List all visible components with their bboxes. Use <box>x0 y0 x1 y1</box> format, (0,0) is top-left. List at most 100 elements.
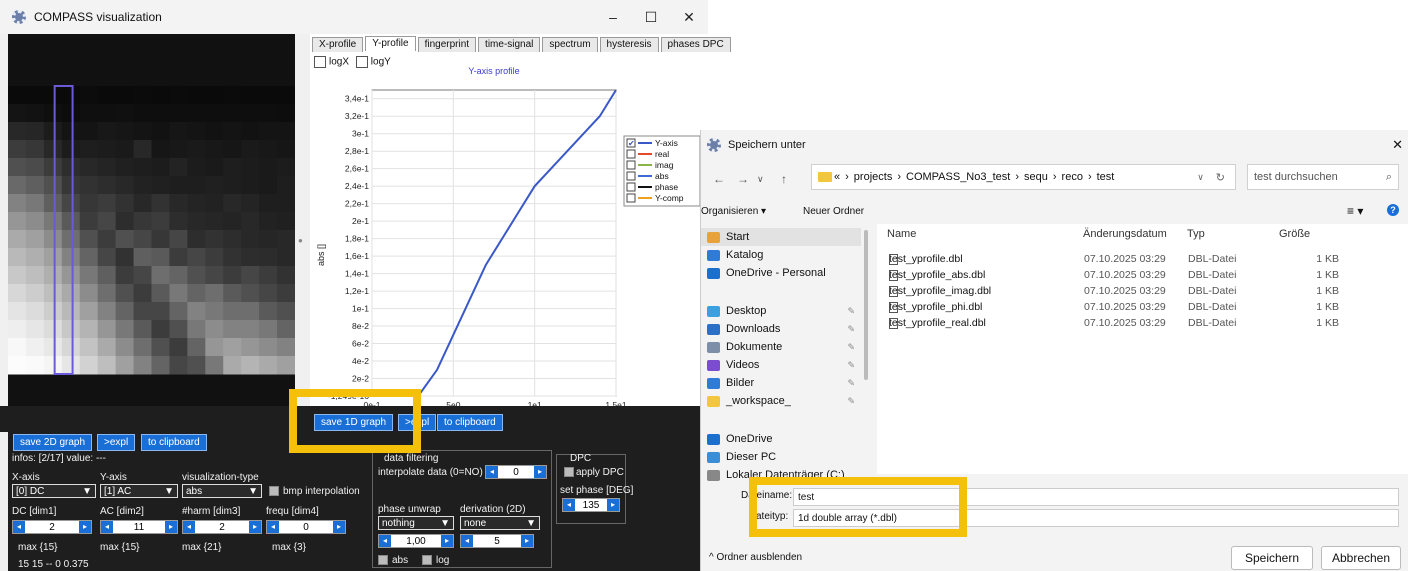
ac-spinner[interactable]: ◂ 11 ▸ <box>100 520 178 534</box>
increment-icon[interactable]: ▸ <box>164 521 177 533</box>
decrement-icon[interactable]: ◂ <box>563 499 575 511</box>
tab-x-profile[interactable]: X-profile <box>312 37 364 52</box>
xaxis-select[interactable]: [0] DC ▼ <box>12 484 96 498</box>
increment-icon[interactable]: ▸ <box>607 499 619 511</box>
forward-icon[interactable]: → <box>737 172 749 186</box>
file-row[interactable]: test_yprofile.dbl 07.10.2025 03:29 DBL-Dat… <box>877 252 1408 268</box>
tab-y-profile[interactable]: Y-profile <box>365 36 416 51</box>
decrement-icon[interactable]: ◂ <box>13 521 25 533</box>
decrement-icon[interactable]: ◂ <box>379 535 391 547</box>
sidebar-item--workspace-[interactable]: _workspace_ ✎ <box>701 392 861 410</box>
breadcrumb-segment[interactable]: « <box>834 171 840 183</box>
hide-folders-button[interactable]: ^ Ordner ausblenden <box>709 552 802 563</box>
back-icon[interactable]: ← <box>713 172 725 186</box>
decrement-icon[interactable]: ◂ <box>461 535 473 547</box>
file-row[interactable]: test_yprofile_abs.dbl 07.10.2025 03:29 DBL… <box>877 268 1408 284</box>
sidebar-item-videos[interactable]: Videos ✎ <box>701 356 861 374</box>
pin-icon[interactable]: ✎ <box>847 396 855 407</box>
increment-icon[interactable]: ▸ <box>441 535 453 547</box>
sidebar-item-dokumente[interactable]: Dokumente ✎ <box>701 338 861 356</box>
decrement-icon[interactable]: ◂ <box>267 521 279 533</box>
chevron-down-icon[interactable]: ∨ <box>1197 172 1204 183</box>
sidebar-item-onedrive[interactable]: OneDrive <box>701 430 861 448</box>
vistype-select[interactable]: abs ▼ <box>182 484 262 498</box>
unwrap-spinner[interactable]: ◂ 1,00 ▸ <box>378 534 454 548</box>
sidebar-item-katalog[interactable]: Katalog <box>701 246 861 264</box>
clipboard-1d-button[interactable]: to clipboard <box>437 414 503 431</box>
minimize-button[interactable]: – <box>594 9 632 25</box>
set-phase-spinner[interactable]: ◂ 135 ▸ <box>562 498 620 512</box>
file-row[interactable]: test_yprofile_real.dbl 07.10.2025 03:29 DB… <box>877 316 1408 332</box>
expl-2d-button[interactable]: >expl <box>97 434 136 451</box>
increment-icon[interactable]: ▸ <box>534 466 546 478</box>
frequ-spinner[interactable]: ◂ 0 ▸ <box>266 520 346 534</box>
cancel-button[interactable]: Abbrechen <box>1321 546 1401 570</box>
column-header-0[interactable]: Name <box>887 228 916 240</box>
sidebar-scrollbar[interactable] <box>864 230 868 380</box>
pin-icon[interactable]: ✎ <box>847 342 855 353</box>
dpc-label: DPC <box>570 453 592 464</box>
sidebar-item-downloads[interactable]: Downloads ✎ <box>701 320 861 338</box>
column-header-1[interactable]: Änderungsdatum <box>1083 228 1167 240</box>
recent-dropdown-icon[interactable]: ∨ <box>757 174 764 185</box>
increment-icon[interactable]: ▸ <box>79 521 91 533</box>
search-box[interactable]: test durchsuchen ⌕ <box>1247 164 1399 190</box>
increment-icon[interactable]: ▸ <box>249 521 261 533</box>
save-button[interactable]: Speichern <box>1231 546 1313 570</box>
close-button[interactable]: ✕ <box>670 9 708 26</box>
breadcrumb-segment[interactable]: test <box>1097 171 1115 183</box>
clipboard-2d-button[interactable]: to clipboard <box>141 434 207 451</box>
sidebar-item-desktop[interactable]: Desktop ✎ <box>701 302 861 320</box>
column-header-3[interactable]: Größe <box>1279 228 1310 240</box>
organize-button[interactable]: Organisieren ▾ <box>701 206 766 217</box>
up-icon[interactable]: ↑ <box>781 172 787 186</box>
file-row[interactable]: test_yprofile_phi.dbl 07.10.2025 03:29 DBL… <box>877 300 1408 316</box>
interp-spinner[interactable]: ◂ 0 ▸ <box>485 465 547 479</box>
decrement-icon[interactable]: ◂ <box>101 521 113 533</box>
tab-spectrum[interactable]: spectrum <box>542 37 598 52</box>
abs-checkbox[interactable] <box>378 555 388 565</box>
log-checkbox[interactable] <box>422 555 432 565</box>
pin-icon[interactable]: ✎ <box>847 324 855 335</box>
breadcrumb-segment[interactable]: COMPASS_No3_test <box>906 171 1010 183</box>
sidebar-item-start[interactable]: Start <box>701 228 861 246</box>
breadcrumb-segment[interactable]: sequ <box>1024 171 1048 183</box>
help-icon[interactable]: ? <box>1387 204 1399 216</box>
breadcrumb-segment[interactable]: reco <box>1062 171 1083 183</box>
breadcrumb-segment[interactable]: projects <box>854 171 893 183</box>
sidebar-item-dieser-pc[interactable]: Dieser PC <box>701 448 861 466</box>
maximize-button[interactable]: ☐ <box>632 9 670 26</box>
phase-unwrap-select[interactable]: nothing ▼ <box>378 516 454 530</box>
refresh-icon[interactable]: ↻ <box>1216 171 1225 184</box>
file-row[interactable]: test_yprofile_imag.dbl 07.10.2025 03:29 DB… <box>877 284 1408 300</box>
tab-time-signal[interactable]: time-signal <box>478 37 541 52</box>
tab-hysteresis[interactable]: hysteresis <box>599 37 659 52</box>
pin-icon[interactable]: ✎ <box>847 360 855 371</box>
bmp-interpolation-checkbox[interactable] <box>269 486 279 496</box>
increment-icon[interactable]: ▸ <box>333 521 345 533</box>
yaxis-select[interactable]: [1] AC ▼ <box>100 484 178 498</box>
column-header-2[interactable]: Typ <box>1187 228 1205 240</box>
increment-icon[interactable]: ▸ <box>521 535 533 547</box>
dc-spinner[interactable]: ◂ 2 ▸ <box>12 520 92 534</box>
harm-spinner[interactable]: ◂ 2 ▸ <box>182 520 262 534</box>
sidebar-item-bilder[interactable]: Bilder ✎ <box>701 374 861 392</box>
heatmap-cell <box>61 158 81 177</box>
splitter-handle[interactable]: ● <box>298 236 304 245</box>
tab-fingerprint[interactable]: fingerprint <box>417 37 477 52</box>
close-button[interactable]: ✕ <box>1392 137 1403 153</box>
pin-icon[interactable]: ✎ <box>847 378 855 389</box>
derivation-select[interactable]: none ▼ <box>460 516 540 530</box>
address-bar[interactable]: « › projects › COMPASS_No3_test › sequ › reco › te… <box>811 164 1236 190</box>
heatmap[interactable] <box>8 34 296 424</box>
decrement-icon[interactable]: ◂ <box>183 521 195 533</box>
derivation-spinner[interactable]: ◂ 5 ▸ <box>460 534 534 548</box>
tab-phases-dpc[interactable]: phases DPC <box>660 37 731 52</box>
save-2d-graph-button[interactable]: save 2D graph <box>13 434 93 451</box>
decrement-icon[interactable]: ◂ <box>486 466 498 478</box>
view-options-icon[interactable]: ≡ ▾ <box>1347 204 1363 218</box>
new-folder-button[interactable]: Neuer Ordner <box>803 206 864 217</box>
pin-icon[interactable]: ✎ <box>847 306 855 317</box>
sidebar-item-onedrive-personal[interactable]: OneDrive - Personal <box>701 264 861 282</box>
apply-dpc-checkbox[interactable] <box>564 467 574 477</box>
